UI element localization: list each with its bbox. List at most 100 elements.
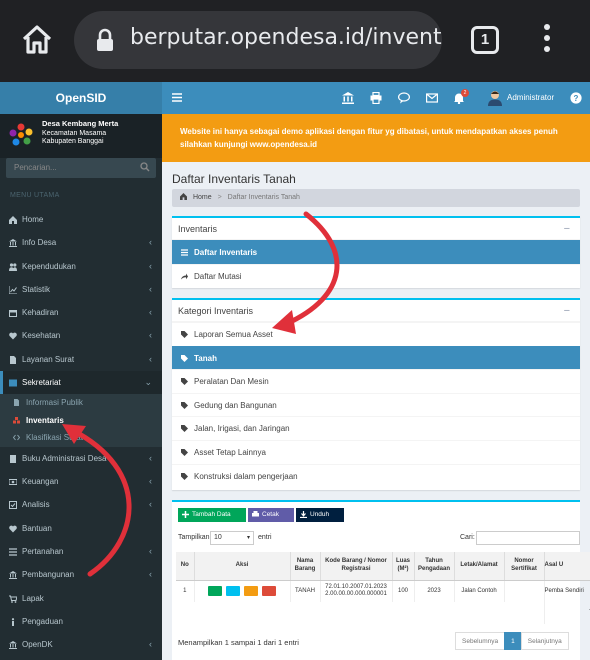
sidebar-menu: Home Info Desa ‹ Kependudukan ‹ Statistik ‹… xyxy=(0,208,162,657)
add-data-button[interactable]: Tambah Data xyxy=(178,508,246,522)
browser-menu-icon[interactable] xyxy=(540,24,554,56)
download-button[interactable]: Unduh xyxy=(296,508,344,522)
sidebar-item-pembangunan[interactable]: Pembangunan ‹ xyxy=(0,563,162,586)
tab-switcher-button[interactable]: 1 xyxy=(471,26,499,54)
sidebar-item-kependudukan[interactable]: Kependudukan ‹ xyxy=(0,255,162,278)
kategori-item-laporan[interactable]: Laporan Semua Asset xyxy=(172,322,580,346)
notification-badge: 2 xyxy=(461,89,469,97)
sidebar-item-home[interactable]: Home xyxy=(0,208,162,231)
column-header[interactable]: Nama Barang xyxy=(290,552,321,581)
tags-icon xyxy=(181,425,188,433)
kategori-item-konstruksi[interactable]: Konstruksi dalam pengerjaan xyxy=(172,463,580,488)
kategori-item-tanah[interactable]: Tanah xyxy=(172,345,580,370)
sidebar-item-info-desa[interactable]: Info Desa ‹ xyxy=(0,231,162,254)
sidebar-item-keuangan[interactable]: Keuangan ‹ xyxy=(0,470,162,493)
column-header[interactable]: Asal U xyxy=(544,552,590,581)
sidebar-item-label: Buku Administrasi Desa xyxy=(22,453,107,463)
brand-logo[interactable]: OpenSID xyxy=(0,82,162,114)
chevron-left-icon: ‹ xyxy=(149,260,152,271)
home-icon[interactable] xyxy=(20,22,54,56)
sidebar-search-input[interactable]: Pencarian... xyxy=(6,158,156,178)
column-header[interactable]: Luas (M²) xyxy=(392,552,415,581)
sidebar-item-pengaduan[interactable]: Pengaduan xyxy=(0,610,162,633)
chevron-left-icon: ‹ xyxy=(149,569,152,580)
pagination-page[interactable]: 1 xyxy=(504,632,522,650)
kategori-item-peralatan[interactable]: Peralatan Dan Mesin xyxy=(172,369,580,393)
edit-icon[interactable] xyxy=(243,586,258,597)
hamburger-icon[interactable] xyxy=(172,93,182,102)
sidebar-item-bantuan[interactable]: Bantuan xyxy=(0,517,162,540)
minimize-icon[interactable]: − xyxy=(564,218,570,240)
sidebar-item-lapak[interactable]: Lapak xyxy=(0,587,162,610)
sidebar-item-pertanahan[interactable]: Pertanahan ‹ xyxy=(0,540,162,563)
column-header[interactable]: Tahun Pengadaan xyxy=(414,552,455,581)
kategori-item-gedung[interactable]: Gedung dan Bangunan xyxy=(172,392,580,417)
sidebar-subitem-informasi-publik[interactable]: Informasi Publik xyxy=(0,394,162,412)
sidebar-subitem-inventaris[interactable]: Inventaris xyxy=(0,412,162,430)
sidebar-item-label: Layanan Surat xyxy=(22,354,75,364)
kategori-item-jalan[interactable]: Jalan, Irigasi, dan Jaringan xyxy=(172,416,580,440)
minimize-icon[interactable]: − xyxy=(564,300,570,322)
address-bar[interactable]: berputar.opendesa.id/invent xyxy=(74,11,442,69)
inventaris-item-mutasi[interactable]: Daftar Mutasi xyxy=(172,263,580,288)
kategori-item-label: Laporan Semua Asset xyxy=(194,330,273,339)
sidebar-item-buku-administrasi[interactable]: Buku Administrasi Desa ‹ xyxy=(0,447,162,470)
column-header[interactable]: Nomor Sertifikat xyxy=(504,552,545,581)
sidebar-item-label: Kehadiran xyxy=(22,308,59,318)
book-icon xyxy=(10,454,16,463)
print-button[interactable]: Cetak xyxy=(248,508,294,522)
column-header[interactable]: Aksi xyxy=(194,552,291,581)
box-title: Inventaris xyxy=(178,224,218,234)
help-icon[interactable]: ? xyxy=(570,92,582,104)
cart-icon xyxy=(9,595,17,603)
sidebar-item-label: Home xyxy=(22,215,44,224)
home-icon xyxy=(9,216,17,224)
inventaris-box: Inventaris − Daftar Inventaris Daftar Mut… xyxy=(172,216,580,288)
bank-icon[interactable] xyxy=(342,92,354,104)
cubes-icon xyxy=(13,416,20,424)
user-name[interactable]: Administrator xyxy=(507,82,554,114)
sekretariat-submenu: Informasi Publik Inventaris Klasifikasi … xyxy=(0,394,162,447)
sidebar-item-label: Analisis xyxy=(22,500,50,510)
column-header[interactable]: Letak/Alamat xyxy=(454,552,505,581)
tags-icon xyxy=(181,354,188,362)
sidebar-subitem-klasifikasi-surat[interactable]: Klasifikasi Surat xyxy=(0,429,162,447)
sidebar-item-opendk[interactable]: OpenDK ‹ xyxy=(0,633,162,656)
users-icon xyxy=(9,262,17,271)
column-header[interactable]: Kode Barang / Nomor Registrasi xyxy=(320,552,393,581)
move-icon[interactable] xyxy=(208,586,223,597)
sidebar-item-statistik[interactable]: Statistik ‹ xyxy=(0,278,162,301)
kategori-box-header: Kategori Inventaris − xyxy=(172,300,580,322)
box-title: Kategori Inventaris xyxy=(178,306,254,316)
breadcrumb-home[interactable]: Home xyxy=(193,194,212,201)
kategori-item-label: Tanah xyxy=(194,353,217,363)
sidebar-item-kesehatan[interactable]: Kesehatan ‹ xyxy=(0,324,162,347)
page-length-select[interactable]: 10 ▾ xyxy=(210,531,254,545)
sidebar-item-analisis[interactable]: Analisis ‹ xyxy=(0,493,162,516)
view-icon[interactable] xyxy=(226,586,241,597)
table-search-input[interactable] xyxy=(476,531,580,545)
chevron-left-icon: ‹ xyxy=(149,283,152,294)
pagination-next[interactable]: Selanjutnya xyxy=(520,632,569,650)
chat-icon[interactable] xyxy=(398,92,410,104)
sidebar-item-label: Kesehatan xyxy=(22,331,61,341)
tags-icon xyxy=(181,448,188,456)
mail-icon[interactable] xyxy=(426,92,438,104)
cell-no: 1 xyxy=(176,580,195,602)
column-header[interactable]: No xyxy=(176,552,195,581)
search-icon[interactable] xyxy=(140,162,150,172)
calendar-icon xyxy=(9,310,17,318)
print-icon[interactable] xyxy=(370,92,382,104)
delete-icon[interactable] xyxy=(261,586,276,597)
sidebar-item-label: Keuangan xyxy=(22,477,59,487)
avatar[interactable] xyxy=(488,90,502,106)
inventaris-item-daftar[interactable]: Daftar Inventaris xyxy=(172,240,580,264)
plus-icon xyxy=(182,511,189,518)
sidebar-item-label: Pengaduan xyxy=(22,616,63,626)
pagination-previous[interactable]: Sebelumnya xyxy=(455,632,506,650)
info-icon xyxy=(11,618,15,626)
sidebar-item-layanan-surat[interactable]: Layanan Surat ‹ xyxy=(0,348,162,371)
kategori-item-asset-tetap[interactable]: Asset Tetap Lainnya xyxy=(172,439,580,464)
sidebar-item-kehadiran[interactable]: Kehadiran ‹ xyxy=(0,301,162,324)
sidebar-item-sekretariat[interactable]: Sekretariat ⌄ xyxy=(0,371,162,395)
